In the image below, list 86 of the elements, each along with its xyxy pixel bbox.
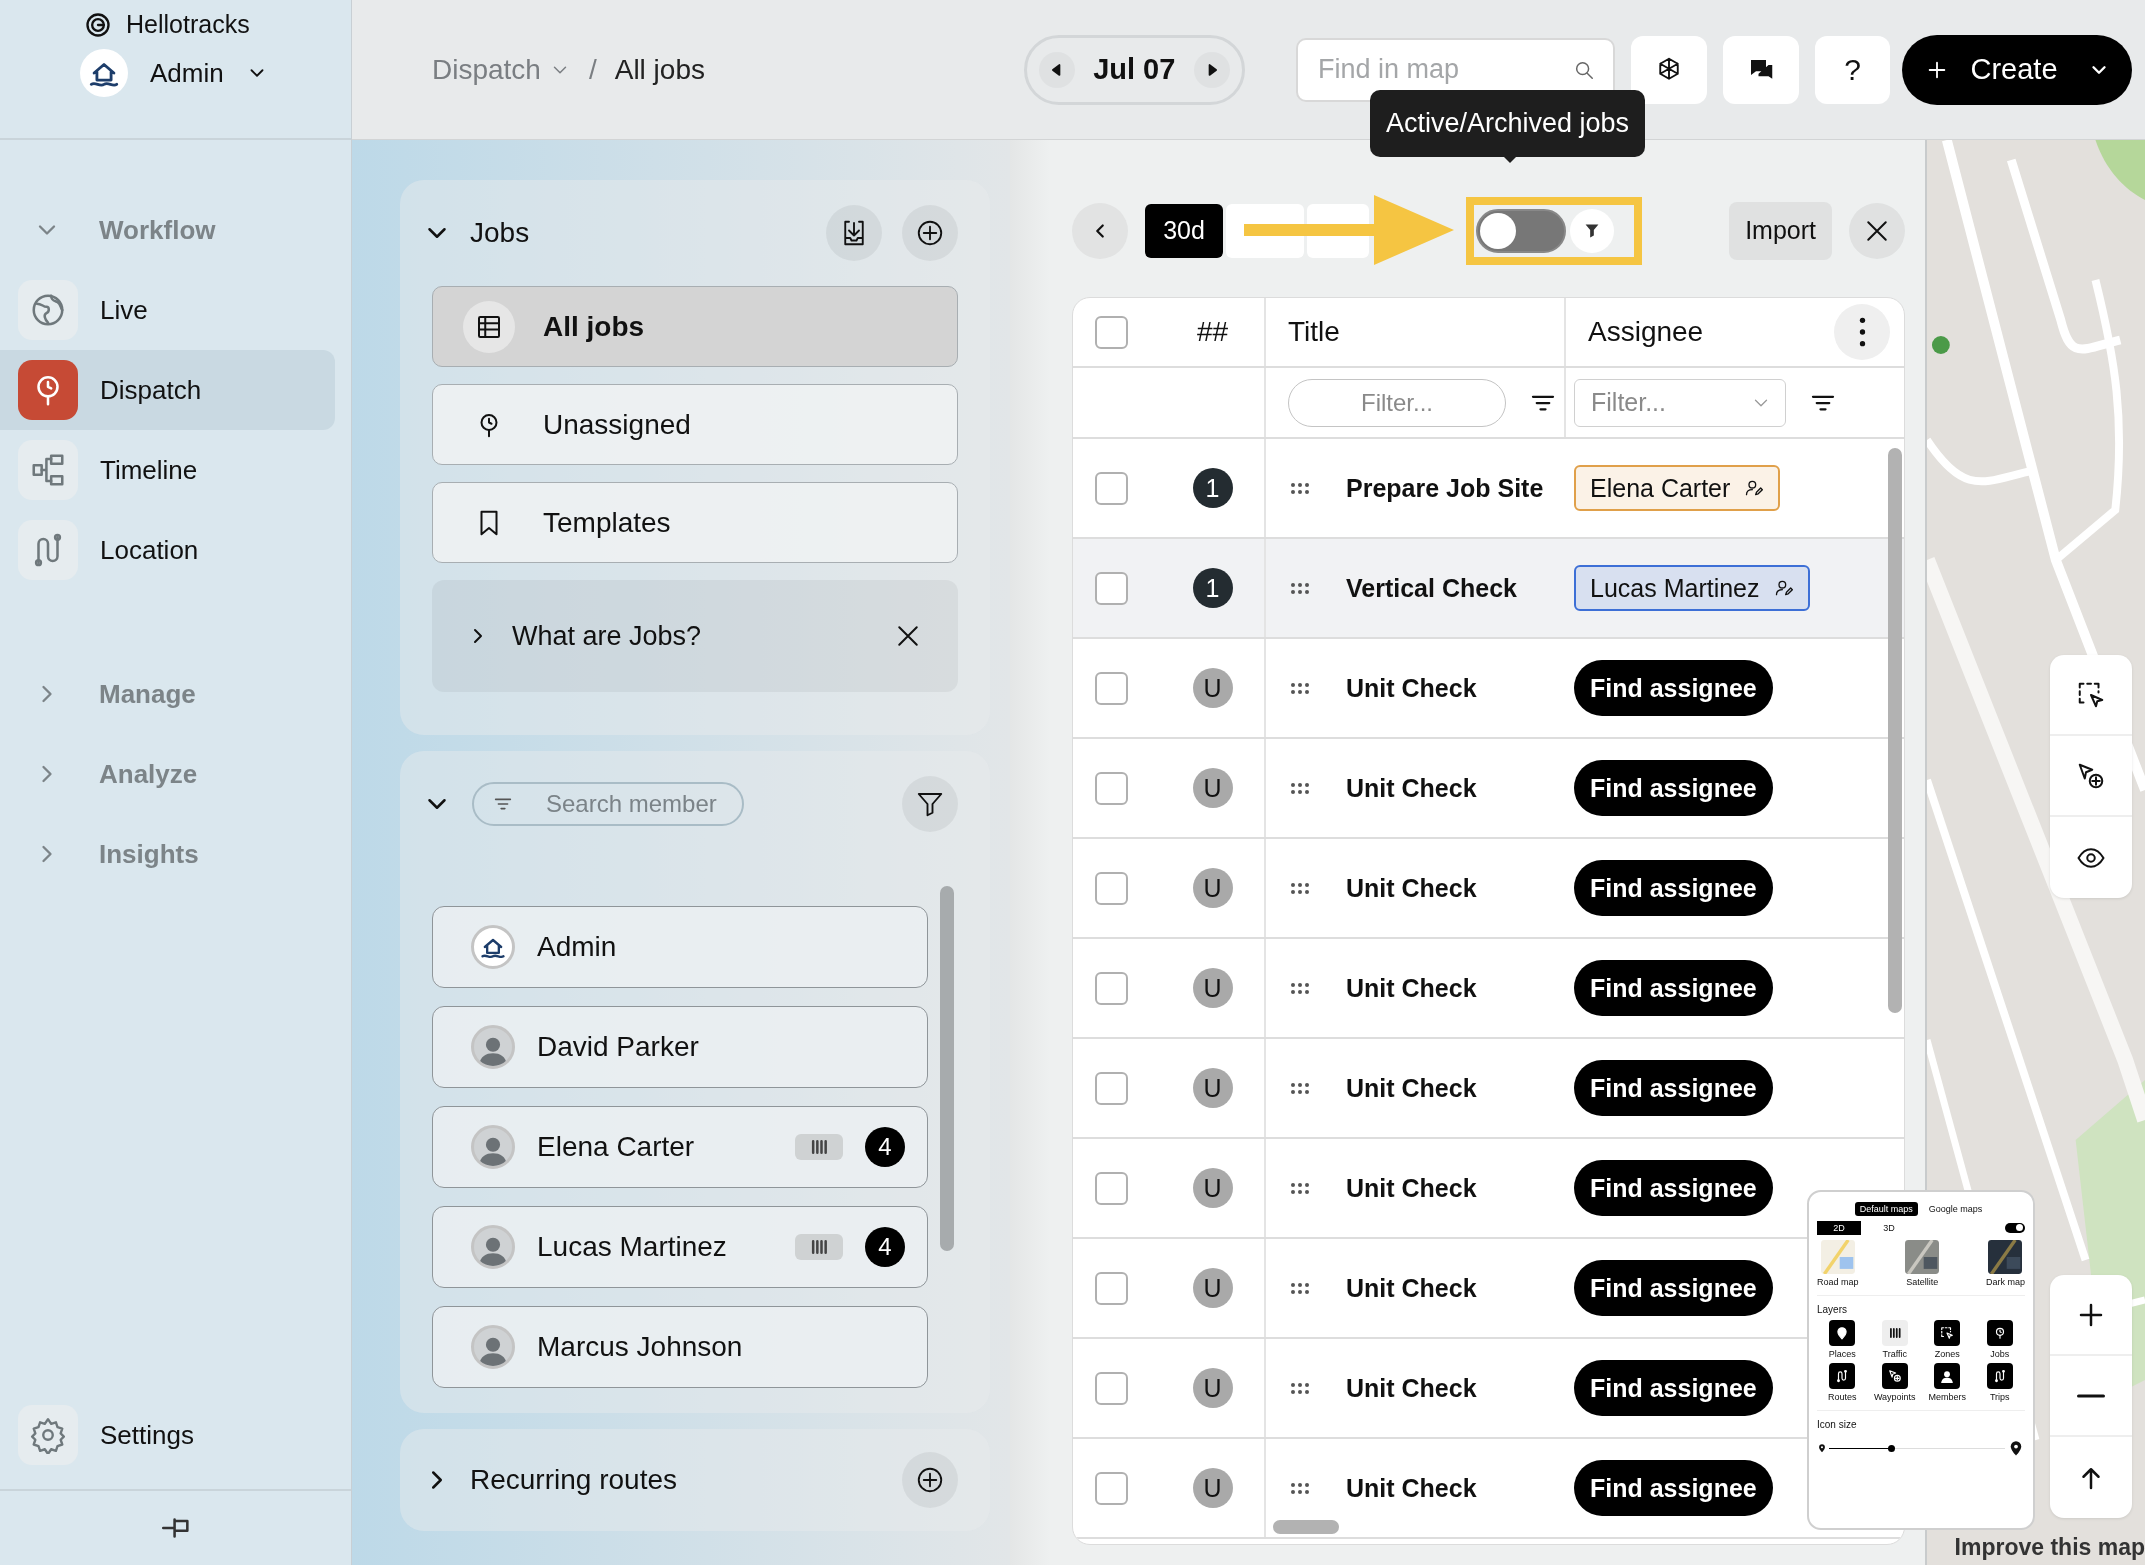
job-badge: U — [1192, 868, 1233, 908]
sidebar-item[interactable]: Location — [0, 510, 335, 590]
job-badge: U — [1192, 1268, 1233, 1308]
column-header: ## — [1196, 316, 1229, 348]
job-badge: U — [1192, 1068, 1233, 1108]
section-title: Icon size — [1817, 1419, 1858, 1430]
breadcrumb-separator: / — [588, 53, 597, 86]
style-label: Satellite — [1906, 1277, 1939, 1287]
find-assignee-button[interactable]: Find assignee — [1574, 1260, 1773, 1316]
date-picker[interactable]: Jul 07 — [1023, 34, 1246, 105]
filter-dropdown[interactable]: Filter... — [1574, 378, 1786, 427]
find-assignee-button[interactable]: Find assignee — [1574, 960, 1773, 1016]
import-button[interactable]: Import — [1729, 201, 1832, 260]
job-badge: 1 — [1192, 468, 1233, 508]
map-settings-preview[interactable]: Default maps Google maps 2D 3D Road map Satellite Dark map Layers Places Traffic Zones Jobs Routes Waypoints Members Trips Icon size — [1807, 1190, 2035, 1530]
info-toggle[interactable]: What are Jobs? — [466, 620, 702, 652]
provider-tab[interactable]: Google maps — [1923, 1202, 1988, 1216]
job-title: Unit Check — [1346, 773, 1477, 803]
mode-tab[interactable]: 3D — [1867, 1221, 1911, 1235]
style-label: Dark map — [1985, 1277, 2025, 1287]
style-label: Road map — [1817, 1277, 1859, 1287]
job-title: Prepare Job Site — [1346, 473, 1544, 503]
range-button[interactable]: 30d — [1145, 203, 1223, 258]
job-title: Vertical Check — [1346, 573, 1517, 603]
job-title: Unit Check — [1346, 873, 1477, 903]
job-title: Unit Check — [1346, 1173, 1477, 1203]
find-assignee-button[interactable]: Find assignee — [1574, 660, 1773, 716]
find-assignee-button[interactable]: Find assignee — [1574, 860, 1773, 916]
assignee-chip[interactable]: Lucas Martinez — [1574, 565, 1810, 611]
layer-label: Members — [1928, 1392, 1966, 1402]
job-badge: 1 — [1192, 568, 1233, 608]
layer-label: Waypoints — [1873, 1392, 1916, 1402]
member-item[interactable]: Lucas Martinez 4 — [432, 1206, 928, 1288]
layer-label: Traffic — [1882, 1349, 1907, 1359]
provider-tab[interactable]: Default maps — [1854, 1202, 1918, 1216]
job-title: Unit Check — [1346, 1373, 1477, 1403]
layer-label: Routes — [1828, 1392, 1857, 1402]
column-header: Assignee — [1588, 316, 1704, 348]
filter-field[interactable]: Filter... — [1288, 378, 1506, 427]
sidebar-item[interactable]: Live — [0, 270, 335, 350]
job-title: Unit Check — [1346, 973, 1477, 1003]
member-search-field[interactable]: Search member — [472, 782, 744, 826]
recurring-routes-header[interactable]: Recurring routes — [422, 1464, 677, 1496]
create-button[interactable]: Create — [1902, 34, 2132, 105]
member-item[interactable]: Admin — [432, 906, 928, 988]
layer-label: Places — [1828, 1349, 1856, 1359]
layer-label: Zones — [1934, 1349, 1960, 1359]
job-title: Unit Check — [1346, 1073, 1477, 1103]
job-badge: U — [1192, 1468, 1233, 1508]
job-view-item[interactable]: All jobs — [432, 286, 958, 367]
member-item[interactable]: Elena Carter 4 — [432, 1106, 928, 1188]
job-title: Unit Check — [1346, 1273, 1477, 1303]
column-header: Title — [1288, 316, 1340, 348]
sidebar-item[interactable]: Timeline — [0, 430, 335, 510]
jobs-header[interactable]: Jobs — [422, 217, 530, 249]
tooltip: Active/Archived jobs — [1370, 90, 1646, 157]
count-badge: 4 — [865, 1227, 905, 1267]
job-badge: U — [1192, 768, 1233, 808]
job-title: Unit Check — [1346, 1473, 1477, 1503]
app-name: Hellotracks — [126, 10, 250, 39]
job-badge: U — [1192, 668, 1233, 708]
settings-item[interactable]: Settings — [0, 1395, 335, 1475]
find-assignee-button[interactable]: Find assignee — [1574, 1360, 1773, 1416]
section-title: Layers — [1817, 1304, 1848, 1315]
member-item[interactable]: David Parker — [432, 1006, 928, 1088]
mode-tab[interactable]: 2D — [1817, 1221, 1861, 1235]
job-title: Unit Check — [1346, 673, 1477, 703]
member-item[interactable]: Marcus Johnson — [432, 1306, 928, 1388]
find-assignee-button[interactable]: Find assignee — [1574, 1060, 1773, 1116]
assignee-chip[interactable]: Elena Carter — [1574, 465, 1781, 511]
find-assignee-button[interactable]: Find assignee — [1574, 1160, 1773, 1216]
job-badge: U — [1192, 968, 1233, 1008]
help-button[interactable]: ? — [1814, 35, 1891, 104]
breadcrumb-link[interactable]: All jobs — [614, 53, 705, 86]
map-attribution-link[interactable]: Improve this map — [1954, 1534, 2145, 1561]
layer-label: Trips — [1989, 1392, 2010, 1402]
job-view-item[interactable]: Unassigned — [432, 384, 958, 465]
account-menu[interactable]: Admin — [80, 49, 268, 97]
count-badge: 4 — [865, 1127, 905, 1167]
job-badge: U — [1192, 1168, 1233, 1208]
find-assignee-button[interactable]: Find assignee — [1574, 1460, 1773, 1516]
job-view-item[interactable]: Templates — [432, 482, 958, 563]
sidebar-item[interactable]: Dispatch — [0, 350, 335, 430]
layer-label: Jobs — [1990, 1349, 2010, 1359]
job-badge: U — [1192, 1368, 1233, 1408]
find-assignee-button[interactable]: Find assignee — [1574, 760, 1773, 816]
